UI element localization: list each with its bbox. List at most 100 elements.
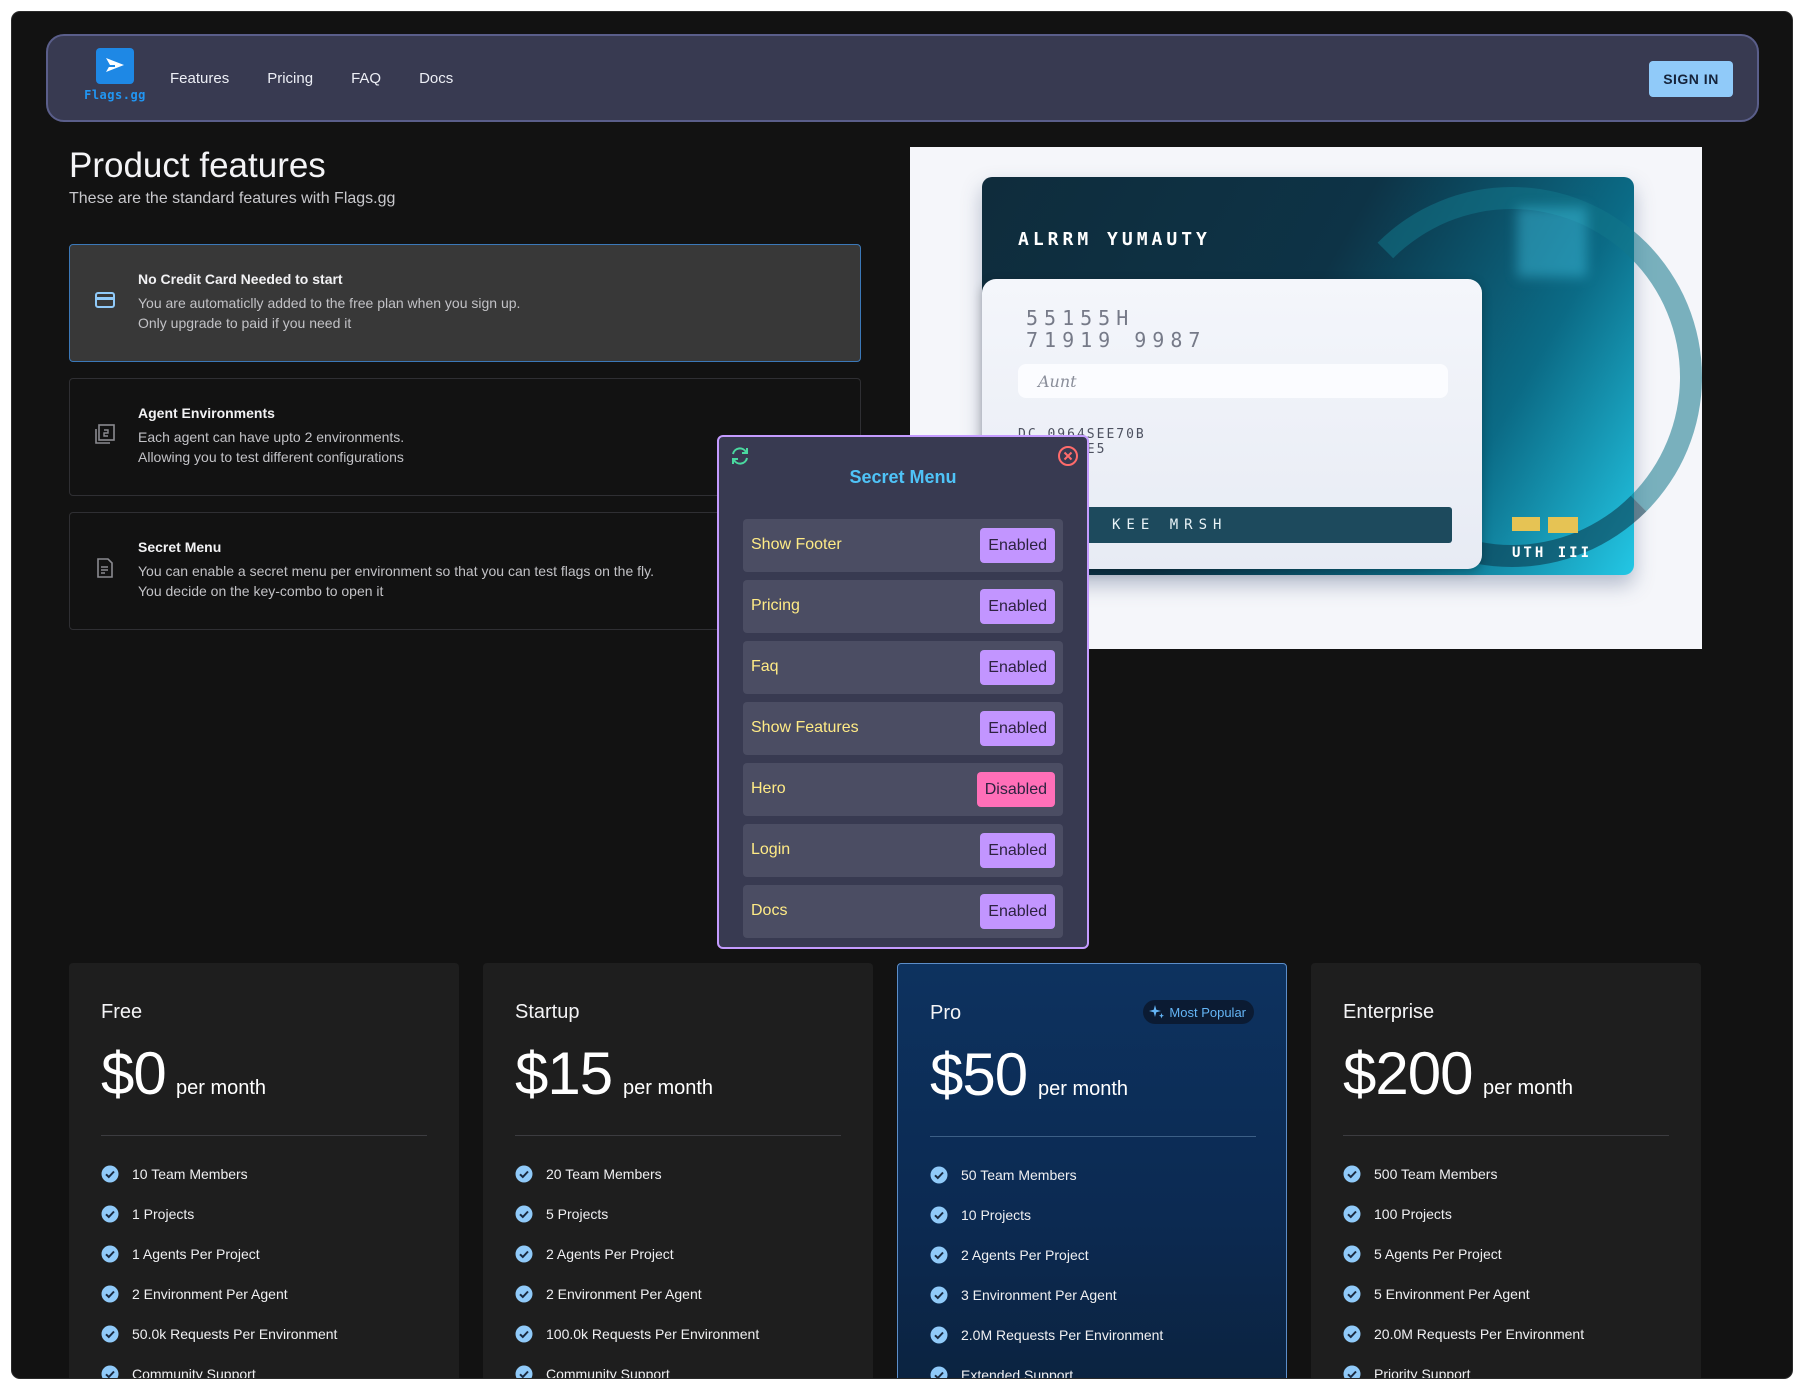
check-circle-icon bbox=[1343, 1285, 1361, 1303]
plan-feature-label: 20 Team Members bbox=[546, 1166, 662, 1182]
check-circle-icon bbox=[930, 1326, 948, 1344]
flag-toggle-button[interactable]: Enabled bbox=[980, 711, 1055, 746]
plan-price: $200 bbox=[1343, 1040, 1473, 1107]
plan-feature: 2 Environment Per Agent bbox=[101, 1283, 288, 1305]
plan-feature: 20 Team Members bbox=[515, 1163, 662, 1185]
secret-menu-item: Docs Enabled bbox=[743, 885, 1063, 938]
secret-menu-item: Show Features Enabled bbox=[743, 702, 1063, 755]
secret-menu-item: Hero Disabled bbox=[743, 763, 1063, 816]
plan-feature-label: Extended Support bbox=[961, 1367, 1074, 1378]
plan-feature: 2 Agents Per Project bbox=[515, 1243, 674, 1265]
plan-feature-label: 50.0k Requests Per Environment bbox=[132, 1326, 338, 1342]
plan-feature-label: 2 Environment Per Agent bbox=[546, 1286, 702, 1302]
credit-card-icon bbox=[95, 292, 115, 308]
logo[interactable]: Flags.gg bbox=[80, 48, 150, 108]
logo-text: Flags.gg bbox=[84, 88, 146, 102]
flag-toggle-button[interactable]: Enabled bbox=[980, 833, 1055, 868]
plan-feature: Extended Support bbox=[930, 1364, 1073, 1378]
plan-card-pro[interactable]: Pro Most Popular $50 per month 50 Team Membe… bbox=[897, 963, 1287, 1378]
document-icon bbox=[97, 558, 113, 578]
plan-feature: 2.0M Requests Per Environment bbox=[930, 1324, 1163, 1346]
feature-name: Agent Environments bbox=[138, 405, 275, 421]
plan-price: $15 bbox=[515, 1040, 613, 1107]
plan-feature-label: 20.0M Requests Per Environment bbox=[1374, 1326, 1585, 1342]
plan-price: $50 bbox=[930, 1041, 1028, 1108]
plan-feature: Priority Support bbox=[1343, 1363, 1470, 1378]
most-popular-badge: Most Popular bbox=[1143, 1000, 1254, 1024]
card-name-field: Aunt bbox=[1018, 364, 1448, 398]
plan-card-enterprise[interactable]: Enterprise $200 per month 500 Team Members 1… bbox=[1311, 963, 1701, 1378]
check-circle-icon bbox=[1343, 1165, 1361, 1183]
check-circle-icon bbox=[101, 1325, 119, 1343]
plan-period: per month bbox=[1483, 1077, 1574, 1099]
check-circle-icon bbox=[101, 1245, 119, 1263]
check-circle-icon bbox=[1343, 1365, 1361, 1378]
plan-feature: 10 Team Members bbox=[101, 1163, 248, 1185]
flag-toggle-button[interactable]: Enabled bbox=[980, 589, 1055, 624]
card-name: Aunt bbox=[1038, 372, 1077, 391]
plan-divider bbox=[515, 1135, 841, 1136]
secret-menu-item: Pricing Enabled bbox=[743, 580, 1063, 633]
plan-feature-label: 50 Team Members bbox=[961, 1167, 1077, 1183]
plan-feature-label: Priority Support bbox=[1374, 1366, 1471, 1378]
secret-menu-item: Show Footer Enabled bbox=[743, 519, 1063, 572]
close-icon[interactable] bbox=[1057, 445, 1079, 467]
plan-feature: 100 Projects bbox=[1343, 1203, 1452, 1225]
secret-menu-item: Login Enabled bbox=[743, 824, 1063, 877]
plan-feature-label: 1 Projects bbox=[132, 1206, 195, 1222]
plan-divider bbox=[930, 1136, 1256, 1137]
nav-pricing[interactable]: Pricing bbox=[267, 70, 313, 87]
card-corner-text: UTH III bbox=[1512, 545, 1593, 561]
card-title: ALRRM YUMAUTY bbox=[1018, 229, 1211, 250]
check-circle-icon bbox=[1343, 1245, 1361, 1263]
flag-toggle-button[interactable]: Enabled bbox=[980, 650, 1055, 685]
plan-feature: 1 Projects bbox=[101, 1203, 194, 1225]
plan-period: per month bbox=[623, 1077, 714, 1099]
plan-name: Startup bbox=[515, 1001, 580, 1023]
plan-card-free[interactable]: Free $0 per month 10 Team Members 1 Projects… bbox=[69, 963, 459, 1378]
secret-menu-popup: Secret Menu Show Footer Enabled Pricing … bbox=[717, 435, 1089, 949]
refresh-icon[interactable] bbox=[729, 445, 751, 467]
nav-faq[interactable]: FAQ bbox=[351, 70, 381, 87]
flag-label: Hero bbox=[751, 780, 786, 797]
check-circle-icon bbox=[515, 1325, 533, 1343]
nav-docs[interactable]: Docs bbox=[419, 70, 453, 87]
flag-label: Login bbox=[751, 841, 791, 858]
feature-desc: You decide on the key-combo to open it bbox=[138, 583, 384, 599]
flag-toggle-button[interactable]: Disabled bbox=[976, 772, 1055, 807]
plan-feature: 2 Agents Per Project bbox=[930, 1244, 1089, 1266]
plan-feature-label: 2 Agents Per Project bbox=[546, 1246, 674, 1262]
plan-feature: 2 Environment Per Agent bbox=[515, 1283, 702, 1305]
feature-card-no-credit-card[interactable]: No Credit Card Needed to start You are a… bbox=[69, 244, 861, 362]
plan-feature: 5 Projects bbox=[515, 1203, 608, 1225]
flag-label: Show Features bbox=[751, 719, 859, 736]
check-circle-icon bbox=[515, 1165, 533, 1183]
check-circle-icon bbox=[930, 1206, 948, 1224]
check-circle-icon bbox=[101, 1285, 119, 1303]
check-circle-icon bbox=[515, 1205, 533, 1223]
sign-in-button[interactable]: SIGN IN bbox=[1649, 61, 1733, 97]
plan-card-startup[interactable]: Startup $15 per month 20 Team Members 5 Proj… bbox=[483, 963, 873, 1378]
card-chip bbox=[1548, 517, 1578, 533]
plan-feature-label: 10 Team Members bbox=[132, 1166, 248, 1182]
top-navbar: Flags.gg Features Pricing FAQ Docs SIGN … bbox=[46, 34, 1759, 122]
plan-feature: 50 Team Members bbox=[930, 1164, 1077, 1186]
plan-feature-label: 100.0k Requests Per Environment bbox=[546, 1326, 760, 1342]
plan-price: $0 bbox=[101, 1040, 167, 1107]
plan-period: per month bbox=[1038, 1078, 1129, 1100]
plan-feature: 5 Agents Per Project bbox=[1343, 1243, 1502, 1265]
feature-name: No Credit Card Needed to start bbox=[138, 271, 343, 287]
plan-name: Pro bbox=[930, 1002, 962, 1024]
flag-toggle-button[interactable]: Enabled bbox=[980, 528, 1055, 563]
plan-feature-label: 2.0M Requests Per Environment bbox=[961, 1327, 1164, 1343]
flag-logo-icon bbox=[96, 48, 134, 84]
secret-menu-item: Faq Enabled bbox=[743, 641, 1063, 694]
plan-feature-label: Community Support bbox=[546, 1366, 670, 1378]
plan-feature: 3 Environment Per Agent bbox=[930, 1284, 1117, 1306]
sparkle-icon bbox=[1149, 1005, 1165, 1019]
flag-label: Faq bbox=[751, 658, 779, 675]
nav-features[interactable]: Features bbox=[170, 70, 229, 87]
check-circle-icon bbox=[930, 1166, 948, 1184]
flag-label: Docs bbox=[751, 902, 788, 919]
flag-toggle-button[interactable]: Enabled bbox=[980, 894, 1055, 929]
